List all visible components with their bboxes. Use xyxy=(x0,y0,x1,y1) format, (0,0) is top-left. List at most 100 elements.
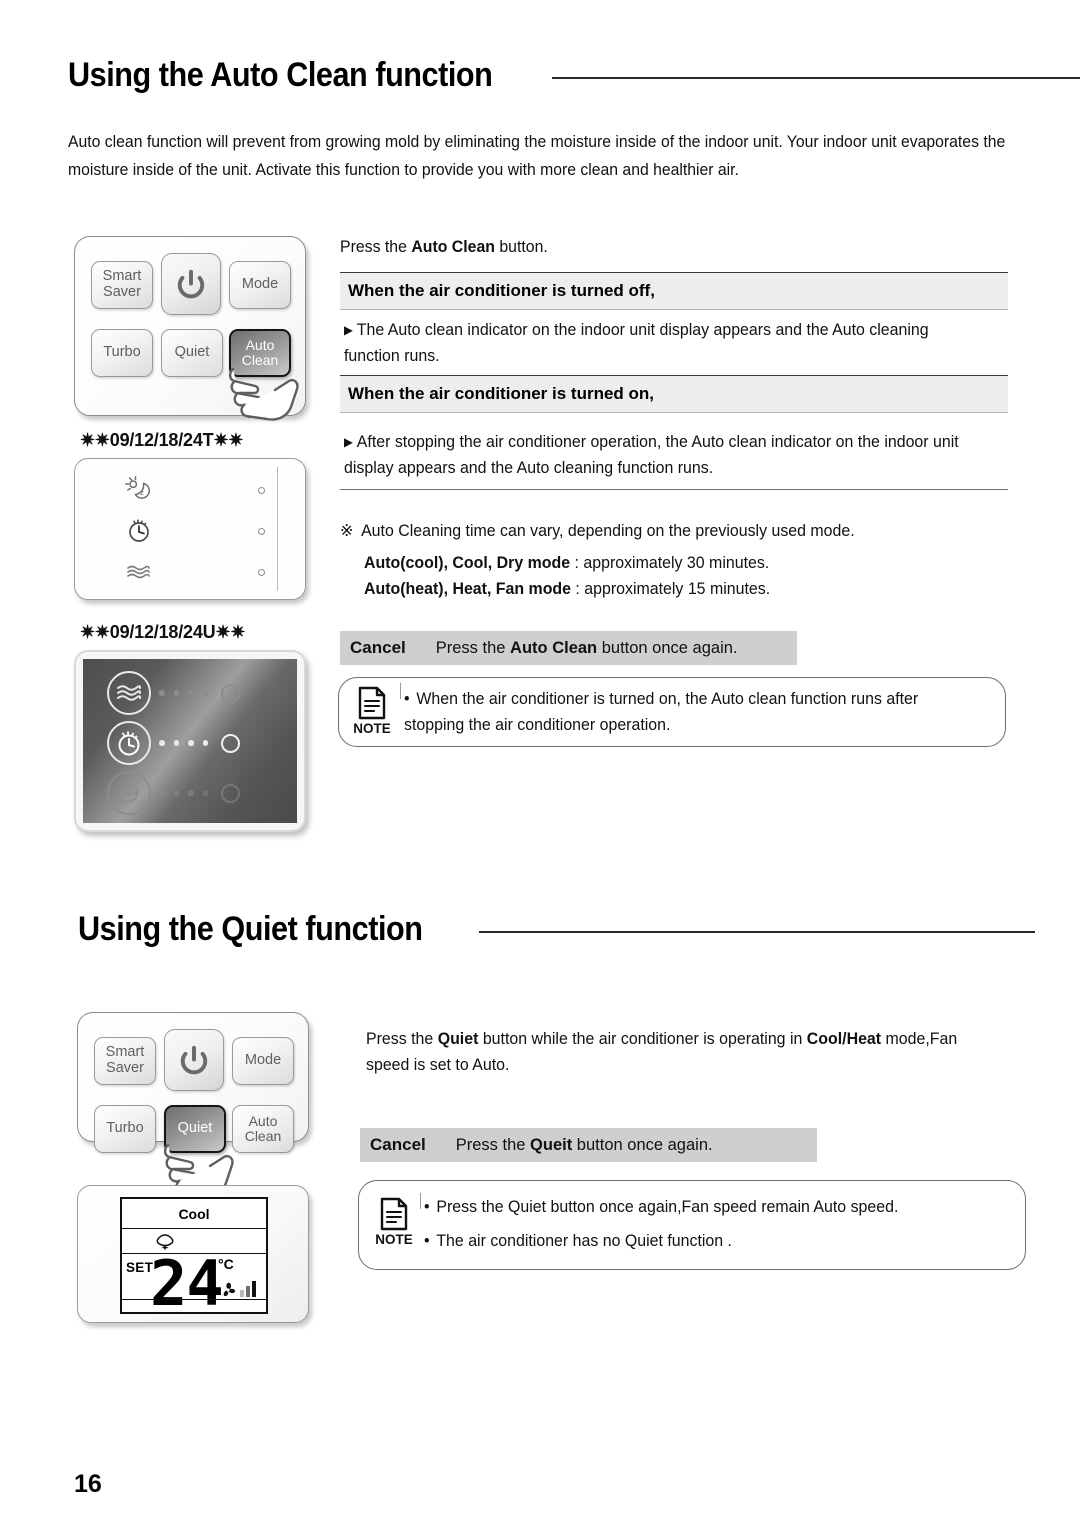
led-indicator-sleep xyxy=(258,486,265,494)
mode-duration-rest-1: : approximately 15 minutes. xyxy=(571,580,771,598)
fan-speed-bars xyxy=(240,1281,256,1297)
mode-duration-row-0: Auto(cool), Cool, Dry mode : approximate… xyxy=(364,550,985,576)
lcd-rule-1 xyxy=(122,1228,266,1229)
fan-bar-1 xyxy=(240,1290,244,1297)
smart-saver-label-line1: Smart xyxy=(102,268,142,285)
svg-text:z: z xyxy=(140,489,144,497)
quiet-note-item-1: The air conditioner has no Quiet functio… xyxy=(436,1232,732,1251)
mode-button[interactable]: Mode xyxy=(229,261,291,309)
turbo-button[interactable]: Turbo xyxy=(91,329,153,377)
auto-clean-label-2-line1: Auto xyxy=(248,1112,278,1129)
lcd-rule-3 xyxy=(122,1299,266,1300)
display-u-row-clean xyxy=(107,671,240,715)
cancel-bold: Auto Clean xyxy=(510,638,598,657)
page-title-auto-clean: Using the Auto Clean function xyxy=(68,56,493,94)
sleep-icon: z xyxy=(117,779,139,803)
auto-clean-wave-icon xyxy=(127,565,150,579)
note-divider xyxy=(400,683,401,699)
note-label-2: NOTE xyxy=(375,1232,413,1247)
lcd-temperature: 24 xyxy=(150,1247,224,1320)
quiet-button-2[interactable]: Quiet xyxy=(164,1105,226,1153)
auto-clean-button[interactable]: Auto Clean xyxy=(229,329,291,377)
smart-saver-button-2[interactable]: Smart Saver xyxy=(94,1037,156,1085)
smart-saver-button[interactable]: Smart Saver xyxy=(91,261,153,309)
smart-saver-label-2-line2: Saver xyxy=(106,1060,144,1076)
fan-bar-3 xyxy=(252,1281,256,1297)
quiet-cancel-label: Cancel xyxy=(370,1135,426,1154)
quiet-lead-d: Cool/Heat xyxy=(806,1030,882,1048)
sleep-icon: z xyxy=(125,476,150,499)
quiet-cancel-pre: Press the xyxy=(455,1135,531,1154)
remote-lcd-shell: Cool SET 24 °C xyxy=(77,1185,309,1323)
note-document-icon xyxy=(358,686,386,720)
fan-bar-2 xyxy=(246,1286,250,1297)
note-badge-quiet: NOTE xyxy=(367,1197,421,1247)
note-badge-auto-clean: NOTE xyxy=(345,686,399,736)
state-on-body: ▶ After stopping the air conditioner oper… xyxy=(344,429,987,481)
auto-clean-lead: Press the Auto Clean button. xyxy=(340,238,983,257)
led-indicator-auto-clean xyxy=(258,568,265,576)
quiet-heading-rule xyxy=(478,931,1035,933)
auto-clean-heading: Using the Auto Clean function xyxy=(68,58,1080,92)
model-label-t: ✷✷09/12/18/24T✷✷ xyxy=(80,430,244,450)
cleaning-time-line: Auto Cleaning time can vary, depending o… xyxy=(361,522,855,540)
turbo-button-2[interactable]: Turbo xyxy=(94,1105,156,1153)
remote-lcd-screen: Cool SET 24 °C xyxy=(120,1197,268,1320)
bullet-triangle-icon-2: ▶ xyxy=(344,434,353,449)
page-title-quiet: Using the Quiet function xyxy=(78,910,423,948)
quiet-lead-a: Press the xyxy=(366,1030,438,1048)
smart-saver-label-line2: Saver xyxy=(103,284,141,300)
state-on-body-text: After stopping the air conditioner opera… xyxy=(344,433,959,478)
note-bullet-icon-1: • xyxy=(424,1198,430,1216)
quiet-heading: Using the Quiet function xyxy=(78,912,1035,946)
auto-clean-label-line1: Auto xyxy=(245,336,275,353)
note-bullet-icon: • xyxy=(404,690,410,708)
remote-control-quiet: Smart Saver Mode Turbo Quiet Auto Clean xyxy=(77,1012,309,1197)
auto-clean-button-2[interactable]: Auto Clean xyxy=(232,1105,294,1153)
quiet-note-item-row-1: • The air conditioner has no Quiet functi… xyxy=(424,1228,991,1254)
display-row-sleep: z xyxy=(125,473,265,507)
lead-post: button. xyxy=(494,238,548,256)
power-button[interactable] xyxy=(161,253,221,315)
display-u-screen: z xyxy=(83,659,297,823)
mode-duration-rest-0: : approximately 30 minutes. xyxy=(570,554,770,572)
note-document-icon-2 xyxy=(380,1197,408,1231)
cancel-post: button once again. xyxy=(597,638,738,657)
note-divider-2 xyxy=(420,1193,421,1209)
auto-clean-intro: Auto clean function will prevent from gr… xyxy=(68,133,1006,180)
quiet-button[interactable]: Quiet xyxy=(161,329,223,377)
quiet-lead-b: Quiet xyxy=(437,1030,479,1048)
quiet-cancel-post: button once again. xyxy=(572,1135,713,1154)
mode-button-2[interactable]: Mode xyxy=(232,1037,294,1085)
mode-duration-bold-1: Auto(heat), Heat, Fan mode xyxy=(364,580,572,598)
power-button-2[interactable] xyxy=(164,1029,224,1091)
quiet-label: Quiet xyxy=(174,344,210,361)
quiet-lead-c: button while the air conditioner is oper… xyxy=(478,1030,807,1048)
note-label: NOTE xyxy=(353,721,391,736)
display-u-row-sleep: z xyxy=(107,771,240,815)
quiet-label-2: Quiet xyxy=(177,1120,213,1137)
clean-wave-icon-circle xyxy=(107,671,151,715)
auto-clean-label-line2: Clean xyxy=(241,352,279,368)
wave-icon xyxy=(117,685,142,701)
heading-rule xyxy=(551,77,1080,79)
quiet-cancel-bold: Queit xyxy=(530,1135,573,1154)
mode-duration-row-1: Auto(heat), Heat, Fan mode : approximate… xyxy=(364,576,985,602)
mode-label: Mode xyxy=(241,276,279,293)
indoor-unit-display-t: z xyxy=(74,458,306,600)
sleep-icon-circle: z xyxy=(107,771,151,815)
timer-icon xyxy=(129,519,149,542)
state-on-header: When the air conditioner is turned on, xyxy=(340,375,1008,413)
svg-text:z: z xyxy=(133,782,137,790)
turbo-label: Turbo xyxy=(103,344,141,361)
remote-control-auto-clean: Smart Saver Mode Turbo Quiet Auto Clean xyxy=(74,236,306,421)
lcd-temperature-unit: °C xyxy=(218,1256,234,1272)
page-number: 16 xyxy=(74,1470,102,1498)
separator-rule xyxy=(340,489,1008,490)
indoor-unit-display-u: z xyxy=(74,650,306,832)
lead-bold: Auto Clean xyxy=(411,238,495,256)
state-off-header-label: When the air conditioner is turned off, xyxy=(348,281,655,300)
timer-icon-circle xyxy=(107,721,151,765)
power-icon-2 xyxy=(180,1045,208,1075)
note-item-0: When the air conditioner is turned on, t… xyxy=(404,690,919,735)
